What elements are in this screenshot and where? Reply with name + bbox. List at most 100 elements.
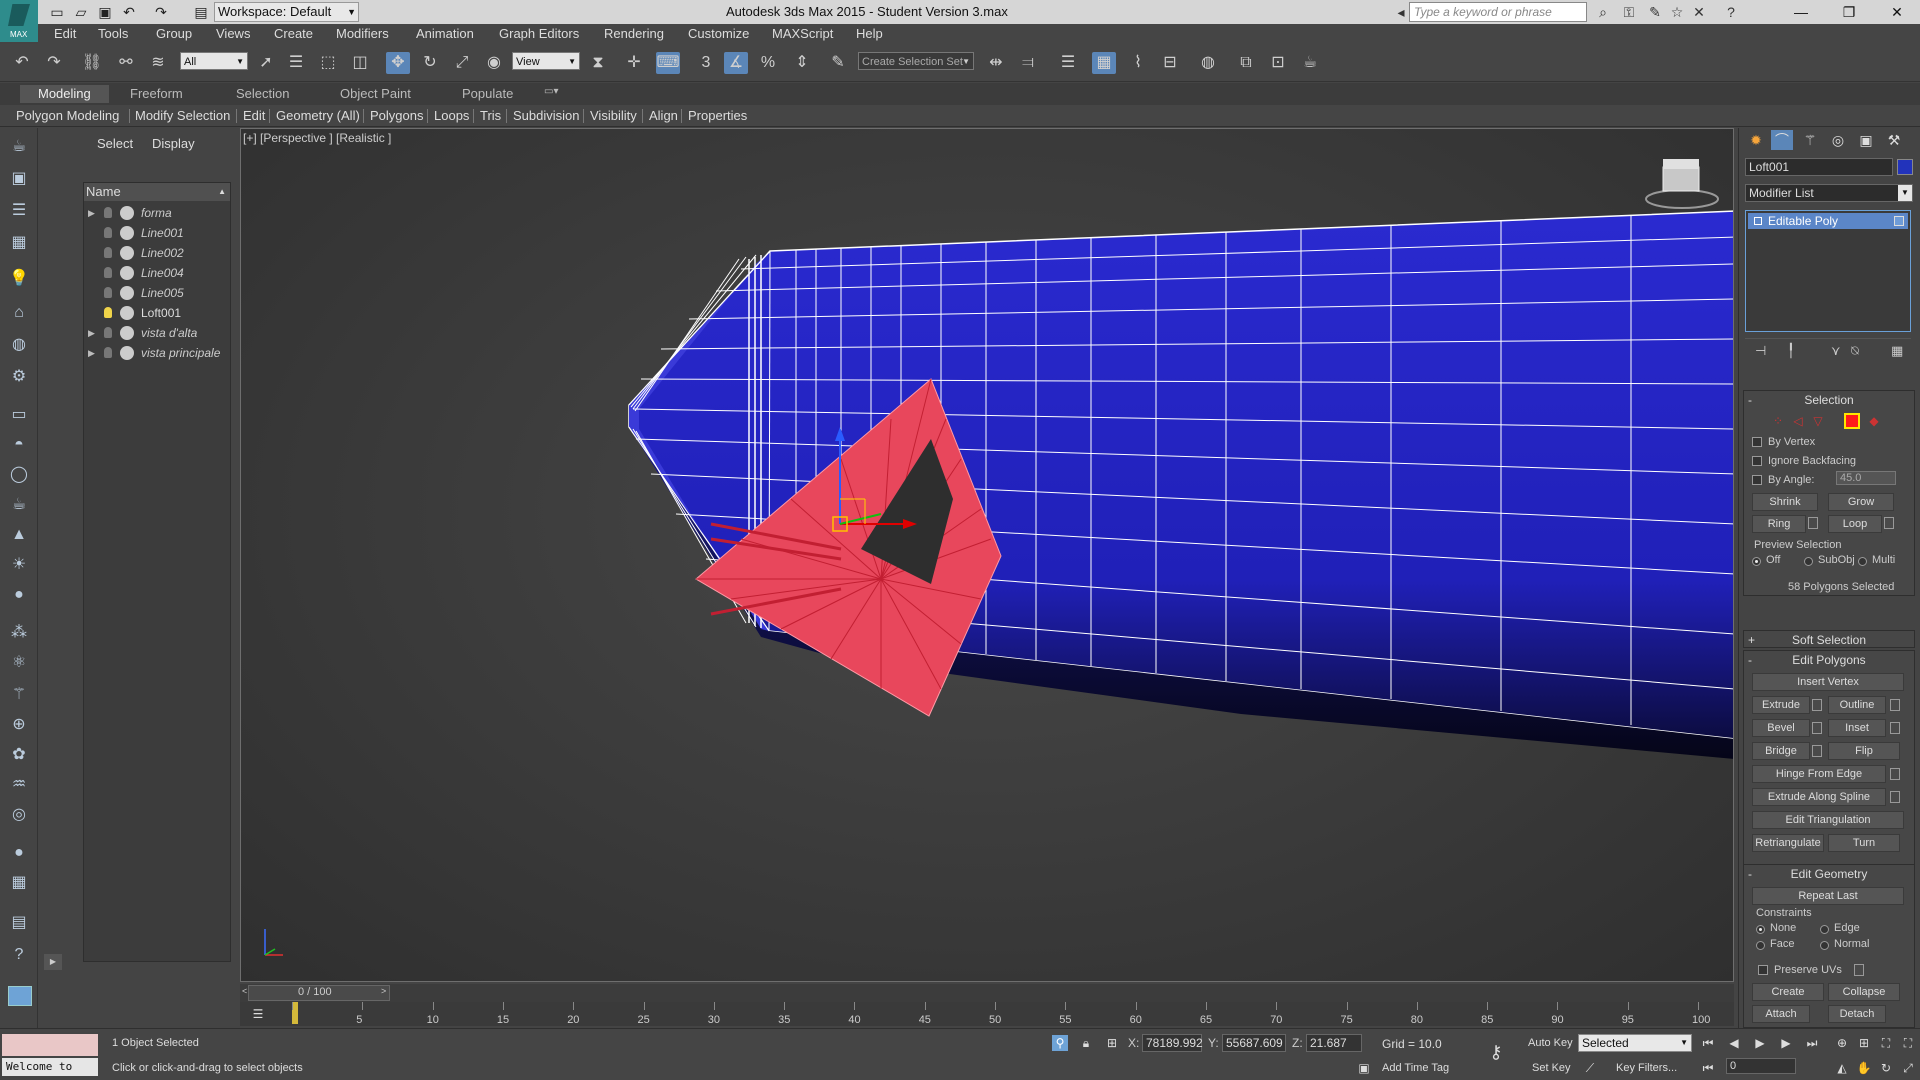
grid-small-icon[interactable]: ▦ — [8, 872, 30, 894]
extrude-along-spline-button[interactable]: Extrude Along Spline — [1752, 788, 1886, 806]
vertex-mode-icon[interactable]: ⁘ — [1770, 413, 1786, 429]
extras-icon[interactable]: ▤ — [8, 912, 30, 934]
favorites-star-icon[interactable]: ☆ — [1668, 3, 1686, 21]
sphere-icon[interactable]: ● — [8, 584, 30, 606]
extrude-spline-settings-icon[interactable] — [1890, 791, 1900, 803]
keyboard-shortcut-override-icon[interactable]: ⌨ — [656, 52, 680, 74]
select-place-icon[interactable]: ◉ — [482, 52, 506, 74]
insert-vertex-button[interactable]: Insert Vertex — [1752, 673, 1904, 691]
ribbon-edit[interactable]: Edit — [243, 108, 265, 123]
percent-snap-icon[interactable]: % — [756, 52, 780, 74]
list-item[interactable]: Loft001 — [84, 303, 230, 323]
extrude-settings-icon[interactable] — [1812, 699, 1822, 711]
ball-icon[interactable]: ● — [8, 842, 30, 864]
menu-animation[interactable]: Animation — [416, 26, 474, 41]
visibility-bulb-icon[interactable] — [104, 267, 112, 278]
visibility-bulb-icon[interactable] — [104, 287, 112, 298]
ribbon-visibility[interactable]: Visibility — [590, 108, 637, 123]
collapse-button[interactable]: Collapse — [1828, 983, 1900, 1001]
save-file-icon[interactable]: ▣ — [96, 3, 114, 21]
ribbon-options-icon[interactable]: ▭▾ — [544, 86, 558, 97]
time-tag-icon[interactable]: ▣ — [1356, 1060, 1372, 1076]
outline-button[interactable]: Outline — [1828, 696, 1886, 714]
active-panel-swatch[interactable] — [8, 986, 32, 1006]
select-and-link-icon[interactable]: ⛓ — [80, 52, 104, 74]
ribbon-modify-selection[interactable]: Modify Selection — [135, 108, 230, 123]
named-selection-set-dropdown[interactable]: Create Selection Set ▼ — [858, 52, 974, 70]
open-file-icon[interactable]: ▱ — [72, 3, 90, 21]
menu-group[interactable]: Group — [156, 26, 192, 41]
list-item[interactable]: Line004 — [84, 263, 230, 283]
z-coordinate[interactable]: 21.687 — [1306, 1034, 1362, 1052]
key-tangent-icon[interactable]: ⟋ — [1582, 1060, 1598, 1076]
select-and-scale-icon[interactable]: ⤢ — [450, 52, 474, 74]
ring-button[interactable]: Ring — [1752, 515, 1806, 533]
current-frame-input[interactable]: 0 — [1726, 1058, 1796, 1074]
edge-mode-icon[interactable]: ◁ — [1790, 413, 1806, 429]
set-key-icon[interactable]: ⚷ — [1488, 1043, 1504, 1061]
constraint-face-radio[interactable] — [1756, 941, 1765, 950]
list-item[interactable]: Line001 — [84, 223, 230, 243]
visibility-bulb-icon[interactable] — [104, 227, 112, 238]
utilities-tab-icon[interactable]: ⚒ — [1883, 130, 1905, 150]
scene-explorer-icon[interactable]: ▦ — [1092, 52, 1116, 74]
modify-tab-icon[interactable]: ⌒ — [1771, 130, 1793, 150]
edit-geometry-header[interactable]: - Edit Geometry — [1744, 865, 1914, 883]
tab-object-paint[interactable]: Object Paint — [340, 86, 411, 101]
box-icon[interactable]: ▭ — [8, 404, 30, 426]
unlink-icon[interactable]: ⚯ — [114, 52, 138, 74]
visibility-bulb-icon[interactable] — [104, 247, 112, 258]
sphere-half-icon[interactable]: ◓ — [8, 434, 30, 456]
add-time-tag[interactable]: Add Time Tag — [1382, 1062, 1449, 1074]
stack-item-editable-poly[interactable]: Editable Poly — [1748, 213, 1908, 229]
by-angle-checkbox[interactable] — [1752, 475, 1762, 485]
menu-maxscript[interactable]: MAXScript — [772, 26, 833, 41]
repeat-last-button[interactable]: Repeat Last — [1752, 887, 1904, 905]
track-bar[interactable]: ☰ 5 10 15 20 25 30 35 40 45 50 55 60 65 70 75 80 85 90 95 1… — [240, 1002, 1734, 1026]
menu-views[interactable]: Views — [216, 26, 250, 41]
set-key-button[interactable]: Set Key — [1532, 1062, 1571, 1074]
ribbon-polygon-modeling[interactable]: Polygon Modeling — [16, 108, 119, 123]
maximize-button[interactable]: ❐ — [1826, 0, 1872, 24]
expand-arrow-icon[interactable]: ▶ — [88, 203, 95, 223]
y-coordinate[interactable]: 55687.609 — [1222, 1034, 1286, 1052]
preserve-uvs-settings-icon[interactable] — [1854, 964, 1864, 976]
teapot-icon[interactable]: ☕ — [8, 136, 30, 158]
material-editor-icon[interactable]: ◍ — [1196, 52, 1220, 74]
selection-filter-dropdown[interactable]: All ▼ — [180, 52, 248, 70]
next-frame-arrow[interactable]: > — [381, 986, 386, 996]
ribbon-polygons[interactable]: Polygons — [370, 108, 423, 123]
circle-icon[interactable]: ◯ — [8, 464, 30, 486]
inset-settings-icon[interactable] — [1890, 722, 1900, 734]
layer-manager-icon[interactable]: ☰ — [1056, 52, 1080, 74]
particles-icon[interactable]: ⁂ — [8, 622, 30, 644]
detach-button[interactable]: Detach — [1828, 1005, 1886, 1023]
show-end-result-icon[interactable]: ╿ — [1787, 343, 1795, 359]
rect-selection-icon[interactable]: ⬚ — [316, 52, 340, 74]
list-item[interactable]: ▶ vista principale — [84, 343, 230, 363]
ring-spinner[interactable] — [1808, 517, 1818, 529]
hinge-settings-icon[interactable] — [1890, 768, 1900, 780]
extrude-button[interactable]: Extrude — [1752, 696, 1810, 714]
menu-modifiers[interactable]: Modifiers — [336, 26, 389, 41]
loop-button[interactable]: Loop — [1828, 515, 1882, 533]
list-item[interactable]: ▶ forma — [84, 203, 230, 223]
menu-customize[interactable]: Customize — [688, 26, 749, 41]
explorer-tab-display[interactable]: Display — [152, 136, 195, 151]
menu-rendering[interactable]: Rendering — [604, 26, 664, 41]
preview-off-radio[interactable] — [1752, 557, 1761, 566]
ribbon-properties[interactable]: Properties — [688, 108, 747, 123]
align-icon[interactable]: ⫤ — [1016, 52, 1040, 74]
orbit-icon[interactable]: ↻ — [1878, 1060, 1894, 1076]
menu-create[interactable]: Create — [274, 26, 313, 41]
reference-coordinate-dropdown[interactable]: View ▼ — [512, 52, 580, 70]
maxscript-input[interactable] — [2, 1034, 98, 1056]
pan-icon[interactable]: ✋ — [1856, 1060, 1872, 1076]
render-icon[interactable]: ▣ — [8, 168, 30, 190]
edit-polygons-header[interactable]: - Edit Polygons — [1744, 651, 1914, 669]
object-name-field[interactable]: Loft001 — [1745, 158, 1893, 176]
border-mode-icon[interactable]: ▽ — [1810, 413, 1826, 429]
camera-icon[interactable]: ⌂ — [8, 302, 30, 324]
tab-freeform[interactable]: Freeform — [130, 86, 183, 101]
expand-plus-icon[interactable] — [1754, 217, 1762, 225]
